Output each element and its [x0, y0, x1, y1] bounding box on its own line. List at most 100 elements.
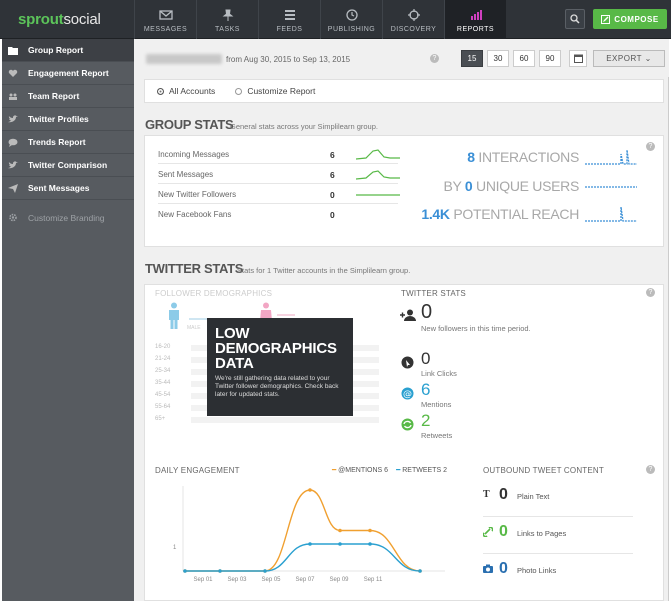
calendar-icon	[573, 54, 583, 63]
interactions-value: 8	[467, 149, 475, 165]
outbound-count: 0	[499, 560, 508, 577]
sparkline	[356, 170, 400, 180]
stat-row-sent: Sent Messages 6	[158, 164, 400, 184]
outbound-links: 0 Links to Pages	[483, 518, 633, 554]
calendar-button[interactable]	[569, 50, 587, 67]
range-60-button[interactable]: 60	[513, 50, 535, 67]
mentions-stat: 6 Mentions	[421, 380, 451, 409]
outbound-label: OUTBOUND TWEET CONTENT	[483, 466, 604, 475]
data-point	[338, 528, 342, 533]
stat-label: Sent Messages	[158, 170, 214, 179]
link-clicks-count: 0	[421, 349, 431, 368]
sidebar-item-label: Group Report	[28, 45, 84, 55]
overlay-text: We're still gathering data related to yo…	[215, 375, 339, 398]
chevron-down-icon: ⌄	[644, 54, 652, 63]
bar-chart-icon	[470, 10, 482, 20]
stat-value: 0	[330, 210, 335, 220]
data-points	[183, 488, 422, 573]
female-bar	[277, 314, 295, 316]
help-icon[interactable]: ?	[646, 142, 655, 151]
male-bar	[189, 318, 207, 320]
brand-logo[interactable]: sprout social	[0, 0, 134, 39]
help-icon[interactable]: ?	[430, 54, 439, 63]
sidebar-item-twitter-profiles[interactable]: Twitter Profiles	[2, 108, 134, 131]
tab-label: FEEDS	[276, 26, 303, 33]
tab-messages[interactable]: MESSAGES	[134, 0, 196, 39]
sidebar-item-team-report[interactable]: Team Report	[2, 85, 134, 108]
radio-all-accounts[interactable]: All Accounts	[157, 86, 215, 96]
sidebar-item-label: Twitter Profiles	[28, 114, 89, 124]
potential-reach-stat: 1.4K POTENTIAL REACH	[421, 205, 637, 223]
tab-tasks[interactable]: TASKS	[196, 0, 258, 39]
speech-bubble-icon	[8, 138, 18, 147]
new-followers-count: 0	[421, 301, 433, 323]
sidebar-item-twitter-comparison[interactable]: Twitter Comparison	[2, 154, 134, 177]
data-point	[368, 542, 372, 546]
sidebar-item-customize-branding[interactable]: Customize Branding	[2, 206, 134, 229]
export-button[interactable]: EXPORT ⌄	[593, 50, 665, 67]
sidebar: Group Report Engagement Report Team Repo…	[2, 39, 134, 601]
tab-discovery[interactable]: DISCOVERY	[382, 0, 444, 39]
radio-dot	[157, 87, 164, 95]
sparkline	[356, 149, 400, 160]
new-followers-stat: 0 New followers in this time period.	[421, 301, 531, 333]
tab-feeds[interactable]: FEEDS	[258, 0, 320, 39]
age-label: 65+	[155, 416, 166, 422]
age-label: 55-64	[155, 404, 171, 410]
unique-users-value: 0	[464, 178, 473, 194]
range-30-button[interactable]: 30	[487, 50, 509, 67]
sidebar-item-trends-report[interactable]: Trends Report	[2, 131, 134, 154]
help-icon[interactable]: ?	[646, 465, 655, 474]
main-content: from Aug 30, 2015 to Sep 13, 2015 ? 15 3…	[134, 39, 669, 601]
sidebar-item-label: Trends Report	[28, 137, 86, 147]
help-icon[interactable]: ?	[646, 288, 655, 297]
gear-icon	[9, 213, 17, 222]
legend-retweets-label: RETWEETS 2	[402, 467, 447, 474]
age-label: 21-24	[155, 356, 171, 362]
outbound-photo-links: 0 Photo Links	[483, 555, 633, 591]
retweet-icon	[401, 418, 414, 431]
low-demographics-overlay: LOW DEMOGRAPHICS DATA We're still gather…	[207, 318, 353, 416]
age-row: 65+	[155, 416, 380, 424]
top-navigation: sprout social MESSAGES TASKS FEEDS PUBLIS…	[0, 0, 671, 39]
radio-dot	[235, 87, 243, 95]
sidebar-item-label: Customize Branding	[28, 212, 105, 223]
account-filter: All Accounts Customize Report	[144, 79, 664, 103]
radio-customize-report[interactable]: Customize Report	[235, 86, 315, 96]
outbound-plain-text: T 0 Plain Text	[483, 481, 633, 517]
team-icon	[9, 93, 17, 100]
mention-icon: @	[401, 387, 414, 400]
search-button[interactable]	[565, 9, 585, 29]
sidebar-item-group-report[interactable]: Group Report	[2, 39, 134, 62]
twitter-stats-subtitle: Stats for 1 Twitter accounts in the Simp…	[237, 266, 411, 275]
link-icon	[483, 527, 493, 537]
tab-reports[interactable]: REPORTS	[444, 0, 506, 39]
range-15-button[interactable]: 15	[461, 50, 483, 67]
unique-users-stat: BY 0 UNIQUE USERS	[444, 177, 637, 195]
sidebar-item-sent-messages[interactable]: Sent Messages	[2, 177, 134, 200]
unique-users-mini-chart	[585, 186, 637, 188]
sidebar-item-engagement-report[interactable]: Engagement Report	[2, 62, 134, 85]
legend-retweets: ━ RETWEETS 2	[396, 467, 447, 474]
group-name-blurred	[146, 54, 222, 64]
tab-label: TASKS	[215, 26, 240, 33]
data-point	[218, 569, 222, 573]
heart-icon	[8, 69, 18, 77]
tab-label: PUBLISHING	[327, 26, 376, 33]
twitter-stats-panel: FOLLOWER DEMOGRAPHICS MALE 16-20 21-24 2…	[144, 284, 664, 601]
range-90-button[interactable]: 90	[539, 50, 561, 67]
search-icon	[570, 14, 580, 24]
text-icon: T	[483, 489, 490, 500]
sidebar-item-label: Team Report	[28, 91, 80, 101]
compose-button[interactable]: COMPOSE	[593, 9, 667, 29]
twitter-compare-icon	[8, 160, 18, 168]
data-point	[338, 542, 342, 546]
interactions-stat: 8 INTERACTIONS	[467, 148, 637, 166]
demographics-label: FOLLOWER DEMOGRAPHICS	[155, 289, 273, 298]
sidebar-item-label: Engagement Report	[28, 68, 109, 78]
age-label: 25-34	[155, 368, 171, 374]
new-followers-label: New followers in this time period.	[421, 324, 531, 333]
folder-icon	[8, 46, 18, 55]
tab-publishing[interactable]: PUBLISHING	[320, 0, 382, 39]
link-clicks-icon	[401, 356, 414, 369]
